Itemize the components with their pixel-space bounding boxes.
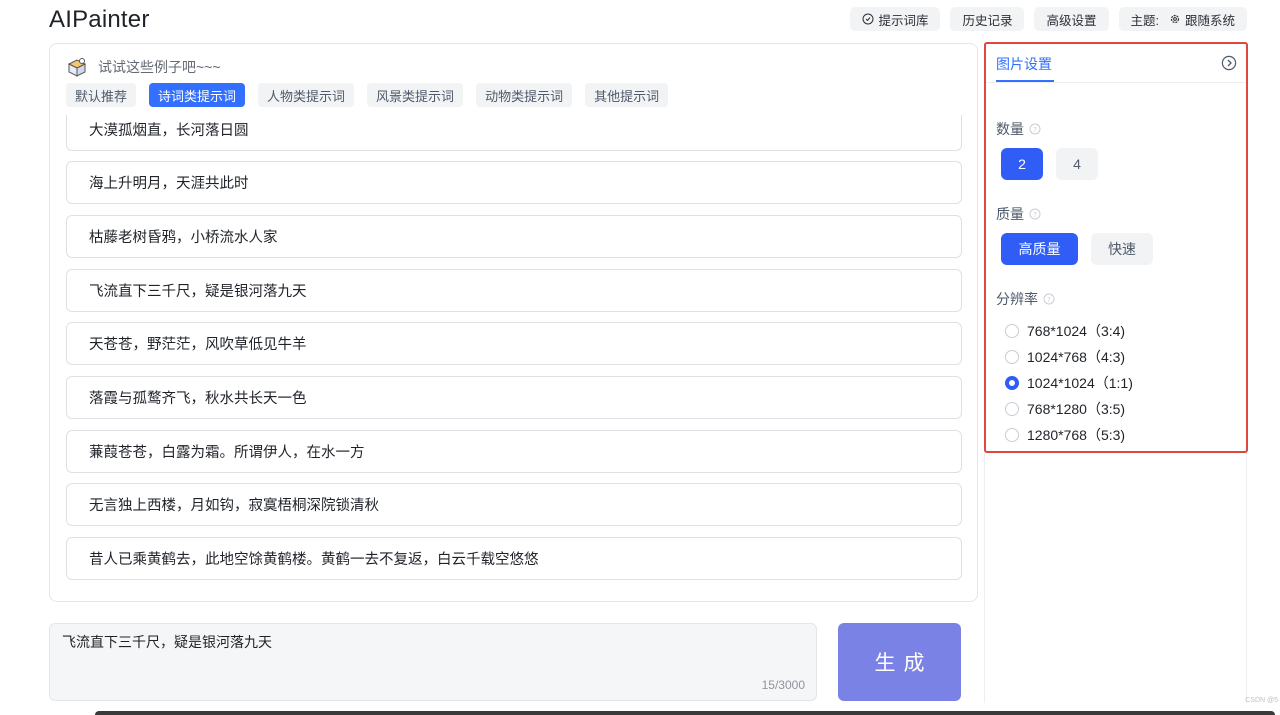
resolution-option[interactable]: 768*1280（3:5)	[1005, 399, 1125, 419]
example-item[interactable]: 飞流直下三千尺，疑是银河落九天	[66, 269, 962, 312]
example-item[interactable]: 大漠孤烟直，长河落日圆	[66, 115, 962, 151]
help-icon[interactable]: ?	[1043, 293, 1055, 305]
tab-divider	[985, 82, 1246, 83]
theme-label: 主题:	[1130, 13, 1159, 28]
radio-button-checked[interactable]	[1005, 376, 1019, 390]
tab-image-settings[interactable]: 图片设置	[996, 54, 1052, 74]
app-root: AIPainter 提示词库 历史记录 高级设置 主题: 跟随系统 试试这些例子…	[0, 0, 1280, 715]
advanced-settings-label: 高级设置	[1046, 13, 1097, 28]
gear-icon	[1170, 14, 1180, 24]
settings-panel: 图片设置 数量 ? 2 4 质量 ? 高质量 快速 分辨率 ? 768*1024…	[984, 42, 1247, 703]
prompt-input[interactable]: 飞流直下三千尺，疑是银河落九天	[50, 624, 816, 700]
tab-poetry[interactable]: 诗词类提示词	[149, 83, 246, 107]
radio-button[interactable]	[1005, 324, 1019, 338]
examples-title: 试试这些例子吧~~~	[98, 59, 221, 75]
radio-button[interactable]	[1005, 402, 1019, 416]
tab-other[interactable]: 其他提示词	[585, 83, 669, 107]
bottom-bar	[95, 711, 1275, 715]
resolution-option-label: 1024*768（4:3)	[1027, 349, 1126, 365]
quantity-option-2[interactable]: 2	[1001, 148, 1043, 180]
example-list: 大漠孤烟直，长河落日圆 海上升明月，天涯共此时 枯藤老树昏鸦，小桥流水人家 飞流…	[66, 115, 962, 595]
app-title: AIPainter	[49, 6, 150, 33]
history-button[interactable]: 历史记录	[950, 7, 1025, 31]
help-icon[interactable]: ?	[1029, 208, 1041, 220]
example-item[interactable]: 蒹葭苍苍，白露为霜。所谓伊人，在水一方	[66, 430, 962, 473]
category-tabs: 默认推荐 诗词类提示词 人物类提示词 风景类提示词 动物类提示词 其他提示词	[66, 83, 669, 107]
svg-text:?: ?	[1033, 211, 1037, 219]
tab-people[interactable]: 人物类提示词	[258, 83, 355, 107]
watermark: CSDN @5	[1245, 697, 1278, 704]
radio-button[interactable]	[1005, 428, 1019, 442]
clock-icon	[862, 13, 874, 25]
theme-button[interactable]: 主题: 跟随系统	[1118, 7, 1247, 31]
history-label: 历史记录	[962, 13, 1013, 28]
resolution-option[interactable]: 768*1024（3:4)	[1005, 321, 1125, 341]
advanced-settings-button[interactable]: 高级设置	[1034, 7, 1109, 31]
quality-option-fast[interactable]: 快速	[1091, 233, 1153, 265]
radio-button[interactable]	[1005, 350, 1019, 364]
examples-header: 试试这些例子吧~~~	[66, 56, 221, 78]
example-item[interactable]: 落霞与孤鹜齐飞，秋水共长天一色	[66, 376, 962, 419]
chevron-right-circle-icon[interactable]	[1221, 55, 1237, 71]
resolution-option-label: 1024*1024（1:1)	[1027, 375, 1133, 391]
tab-animals[interactable]: 动物类提示词	[476, 83, 573, 107]
prompt-library-label: 提示词库	[878, 13, 929, 28]
quality-option-high[interactable]: 高质量	[1001, 233, 1078, 265]
resolution-option[interactable]: 1280*768（5:3)	[1005, 425, 1125, 445]
resolution-option-label: 768*1280（3:5)	[1027, 401, 1126, 417]
svg-text:?: ?	[1047, 296, 1051, 304]
help-icon[interactable]: ?	[1029, 123, 1041, 135]
quantity-option-4[interactable]: 4	[1056, 148, 1098, 180]
char-count: 15/3000	[761, 678, 805, 692]
quantity-label-text: 数量	[996, 121, 1024, 137]
example-item[interactable]: 无言独上西楼，月如钩，寂寞梧桐深院锁清秋	[66, 483, 962, 526]
theme-value: 跟随系统	[1184, 13, 1235, 28]
resolution-option-label: 768*1024（3:4)	[1027, 323, 1126, 339]
generate-button[interactable]: 生成	[838, 623, 961, 701]
example-item[interactable]: 天苍苍，野茫茫，风吹草低见牛羊	[66, 322, 962, 365]
example-item[interactable]: 昔人已乘黄鹤去，此地空馀黄鹤楼。黄鹤一去不复返，白云千载空悠悠	[66, 537, 962, 580]
resolution-option-selected[interactable]: 1024*1024（1:1)	[1005, 373, 1133, 393]
quality-label-text: 质量	[996, 206, 1024, 222]
resolution-option[interactable]: 1024*768（4:3)	[1005, 347, 1125, 367]
tab-scenery[interactable]: 风景类提示词	[367, 83, 464, 107]
example-item[interactable]: 枯藤老树昏鸦，小桥流水人家	[66, 215, 962, 258]
examples-panel: 试试这些例子吧~~~ 默认推荐 诗词类提示词 人物类提示词 风景类提示词 动物类…	[49, 43, 978, 602]
tab-default[interactable]: 默认推荐	[66, 83, 137, 107]
box-icon	[67, 58, 87, 77]
resolution-label: 分辨率 ?	[996, 289, 1055, 309]
top-nav: 提示词库 历史记录 高级设置 主题: 跟随系统	[850, 7, 1247, 31]
quantity-label: 数量 ?	[996, 119, 1041, 139]
resolution-option-label: 1280*768（5:3)	[1027, 427, 1126, 443]
resolution-label-text: 分辨率	[996, 291, 1038, 307]
example-item[interactable]: 海上升明月，天涯共此时	[66, 161, 962, 204]
prompt-input-container: 飞流直下三千尺，疑是银河落九天 15/3000	[49, 623, 817, 701]
quality-label: 质量 ?	[996, 204, 1041, 224]
svg-text:?: ?	[1033, 126, 1037, 134]
prompt-library-button[interactable]: 提示词库	[850, 7, 941, 31]
